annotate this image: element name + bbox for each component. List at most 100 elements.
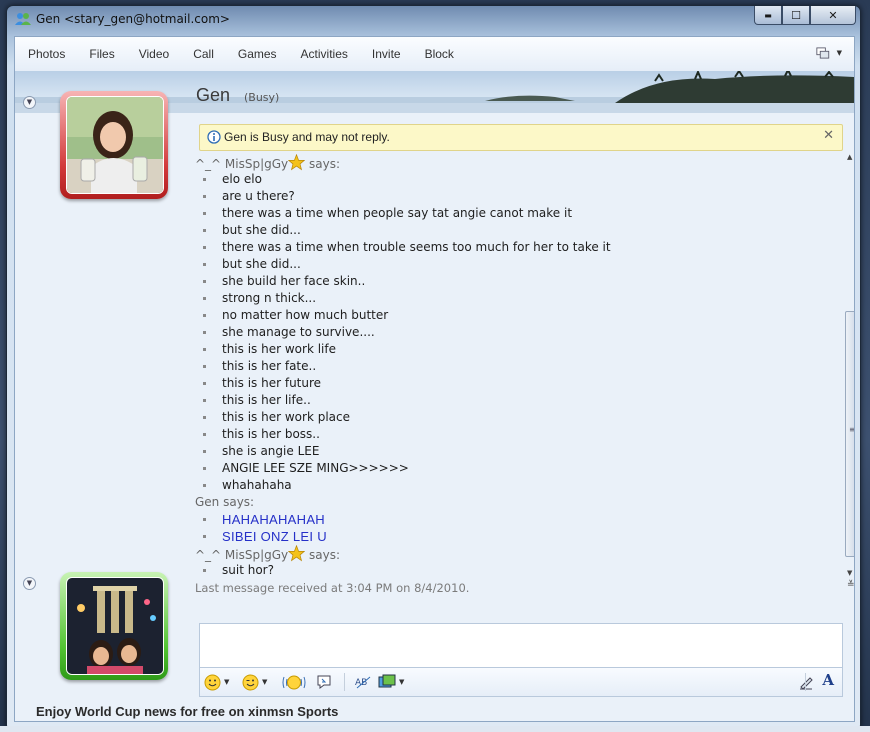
message-text: she build her face skin.. <box>222 274 366 288</box>
message-line: elo elo <box>195 171 835 188</box>
message-text: she is angie LEE <box>222 444 320 458</box>
emoticon-icon <box>204 674 221 690</box>
message-line: HAHAHAHAHAH <box>195 511 835 528</box>
menu-invite[interactable]: Invite <box>360 47 413 61</box>
message-line: whahahaha <box>195 477 835 494</box>
user-avatar-frame[interactable] <box>60 572 168 680</box>
sender-header: Gen says: <box>195 494 835 511</box>
scroll-end-icon[interactable]: ≚ <box>847 580 854 590</box>
chevron-down-icon: ▼ <box>836 49 842 57</box>
scrollbar-thumb[interactable]: ≡ <box>845 311 854 557</box>
message-line: this is her fate.. <box>195 358 835 375</box>
font-icon: A <box>822 671 834 689</box>
nudge-icon <box>282 675 306 689</box>
message-line: there was a time when trouble seems too … <box>195 239 835 256</box>
scroll-up-icon[interactable]: ▲ <box>847 153 852 161</box>
message-scrollbar[interactable]: ▲ ≡ ▼ ≚ <box>844 153 854 590</box>
message-input[interactable] <box>199 623 843 668</box>
collapse-toggle-bottom[interactable]: ▼ <box>23 577 36 590</box>
toolbar-separator <box>805 673 806 691</box>
menu-options-icon <box>816 47 830 59</box>
voice-clip-icon <box>317 675 331 689</box>
sender-name: ^_^ MisSp|gGy <box>195 157 289 171</box>
message-line: there was a time when people say tat ang… <box>195 205 835 222</box>
message-line: but she did... <box>195 256 835 273</box>
minimize-button[interactable]: ▬ <box>754 6 782 25</box>
background-button[interactable]: ▼ <box>378 673 404 691</box>
message-line: SIBEI ONZ LEI U <box>195 528 835 545</box>
sender-header: ^_^ MisSp|gGy says: <box>195 154 835 171</box>
close-icon: ✕ <box>828 8 838 22</box>
message-line: this is her boss.. <box>195 426 835 443</box>
contact-avatar <box>66 96 164 194</box>
window-title: Gen <stary_gen@hotmail.com> <box>36 12 230 26</box>
menu-call[interactable]: Call <box>181 47 226 61</box>
message-text: but she did... <box>222 223 301 237</box>
contact-status: (Busy) <box>244 91 280 104</box>
close-icon[interactable]: ✕ <box>823 128 834 143</box>
menu-photos[interactable]: Photos <box>15 47 77 61</box>
message-text: this is her work life <box>222 342 336 356</box>
title-bar[interactable]: Gen <stary_gen@hotmail.com> ▬ ☐ ✕ <box>7 6 860 32</box>
maximize-icon: ☐ <box>791 8 801 22</box>
menu-games[interactable]: Games <box>226 47 289 61</box>
sender-name: Gen says: <box>195 495 255 509</box>
message-text: she manage to survive.... <box>222 325 375 339</box>
busy-notice: Gen is Busy and may not reply. ✕ <box>199 124 843 151</box>
wink-icon <box>242 674 259 690</box>
says-label: says: <box>305 157 340 171</box>
toolbar-separator <box>344 673 345 691</box>
menu-video[interactable]: Video <box>127 47 181 61</box>
message-line: she manage to survive.... <box>195 324 835 341</box>
message-line: this is her future <box>195 375 835 392</box>
message-text: there was a time when people say tat ang… <box>222 206 573 220</box>
message-text: no matter how much butter <box>222 308 389 322</box>
scroll-down-icon[interactable]: ▼ <box>847 569 852 577</box>
chevron-down-icon: ▼ <box>26 579 33 587</box>
spellcheck-button[interactable]: AB <box>354 673 372 691</box>
background-icon <box>378 674 396 688</box>
font-button[interactable]: A <box>822 671 834 689</box>
show-menu-button[interactable]: ▼ <box>816 45 842 61</box>
grip-icon: ≡ <box>849 426 854 434</box>
message-text: this is her boss.. <box>222 427 320 441</box>
nudge-button[interactable] <box>282 673 306 691</box>
message-text: there was a time when trouble seems too … <box>222 240 611 254</box>
message-text: this is her fate.. <box>222 359 317 373</box>
sender-name: ^_^ MisSp|gGy <box>195 548 289 562</box>
message-line: suit hor? <box>195 562 835 579</box>
collapse-toggle-top[interactable]: ▼ <box>23 96 36 109</box>
window-controls: ▬ ☐ ✕ <box>754 6 856 25</box>
voice-clip-button[interactable] <box>316 673 332 691</box>
menu-activities[interactable]: Activities <box>289 47 360 61</box>
message-history[interactable]: ^_^ MisSp|gGy says: elo elo are u there?… <box>195 154 835 614</box>
message-line: ANGIE LEE SZE MING>>>>>> <box>195 460 835 477</box>
message-text: HAHAHAHAHAH <box>222 512 325 527</box>
contact-avatar-frame[interactable] <box>60 91 168 199</box>
last-message-info: Last message received at 3:04 PM on 8/4/… <box>195 581 470 595</box>
maximize-button[interactable]: ☐ <box>782 6 810 25</box>
message-text: but she did... <box>222 257 301 271</box>
message-line: she is angie LEE <box>195 443 835 460</box>
ad-link[interactable]: Enjoy World Cup news for free on xinmsn … <box>36 704 338 719</box>
message-text: this is her work place <box>222 410 350 424</box>
formatting-toolbar: ▼ ▼ AB ▼ A <box>199 667 843 697</box>
menu-block[interactable]: Block <box>413 47 466 61</box>
busy-notice-text: Gen is Busy and may not reply. <box>224 130 390 144</box>
messenger-window: Gen <stary_gen@hotmail.com> ▬ ☐ ✕ Photos… <box>6 5 861 728</box>
chevron-down-icon: ▼ <box>224 678 230 686</box>
message-text: suit hor? <box>222 563 274 577</box>
star-icon <box>288 154 306 171</box>
menu-files[interactable]: Files <box>77 47 126 61</box>
message-text: ANGIE LEE SZE MING>>>>>> <box>222 461 409 475</box>
emoticon-button[interactable]: ▼ <box>204 673 229 691</box>
info-icon <box>207 130 221 144</box>
message-line: she build her face skin.. <box>195 273 835 290</box>
handwriting-button[interactable] <box>798 673 814 691</box>
wink-button[interactable]: ▼ <box>242 673 267 691</box>
message-line: this is her work life <box>195 341 835 358</box>
close-button[interactable]: ✕ <box>810 6 856 25</box>
conversation-pane: Photos Files Video Call Games Activities… <box>14 36 855 722</box>
message-text: strong n thick... <box>222 291 317 305</box>
handwriting-icon <box>800 677 813 690</box>
